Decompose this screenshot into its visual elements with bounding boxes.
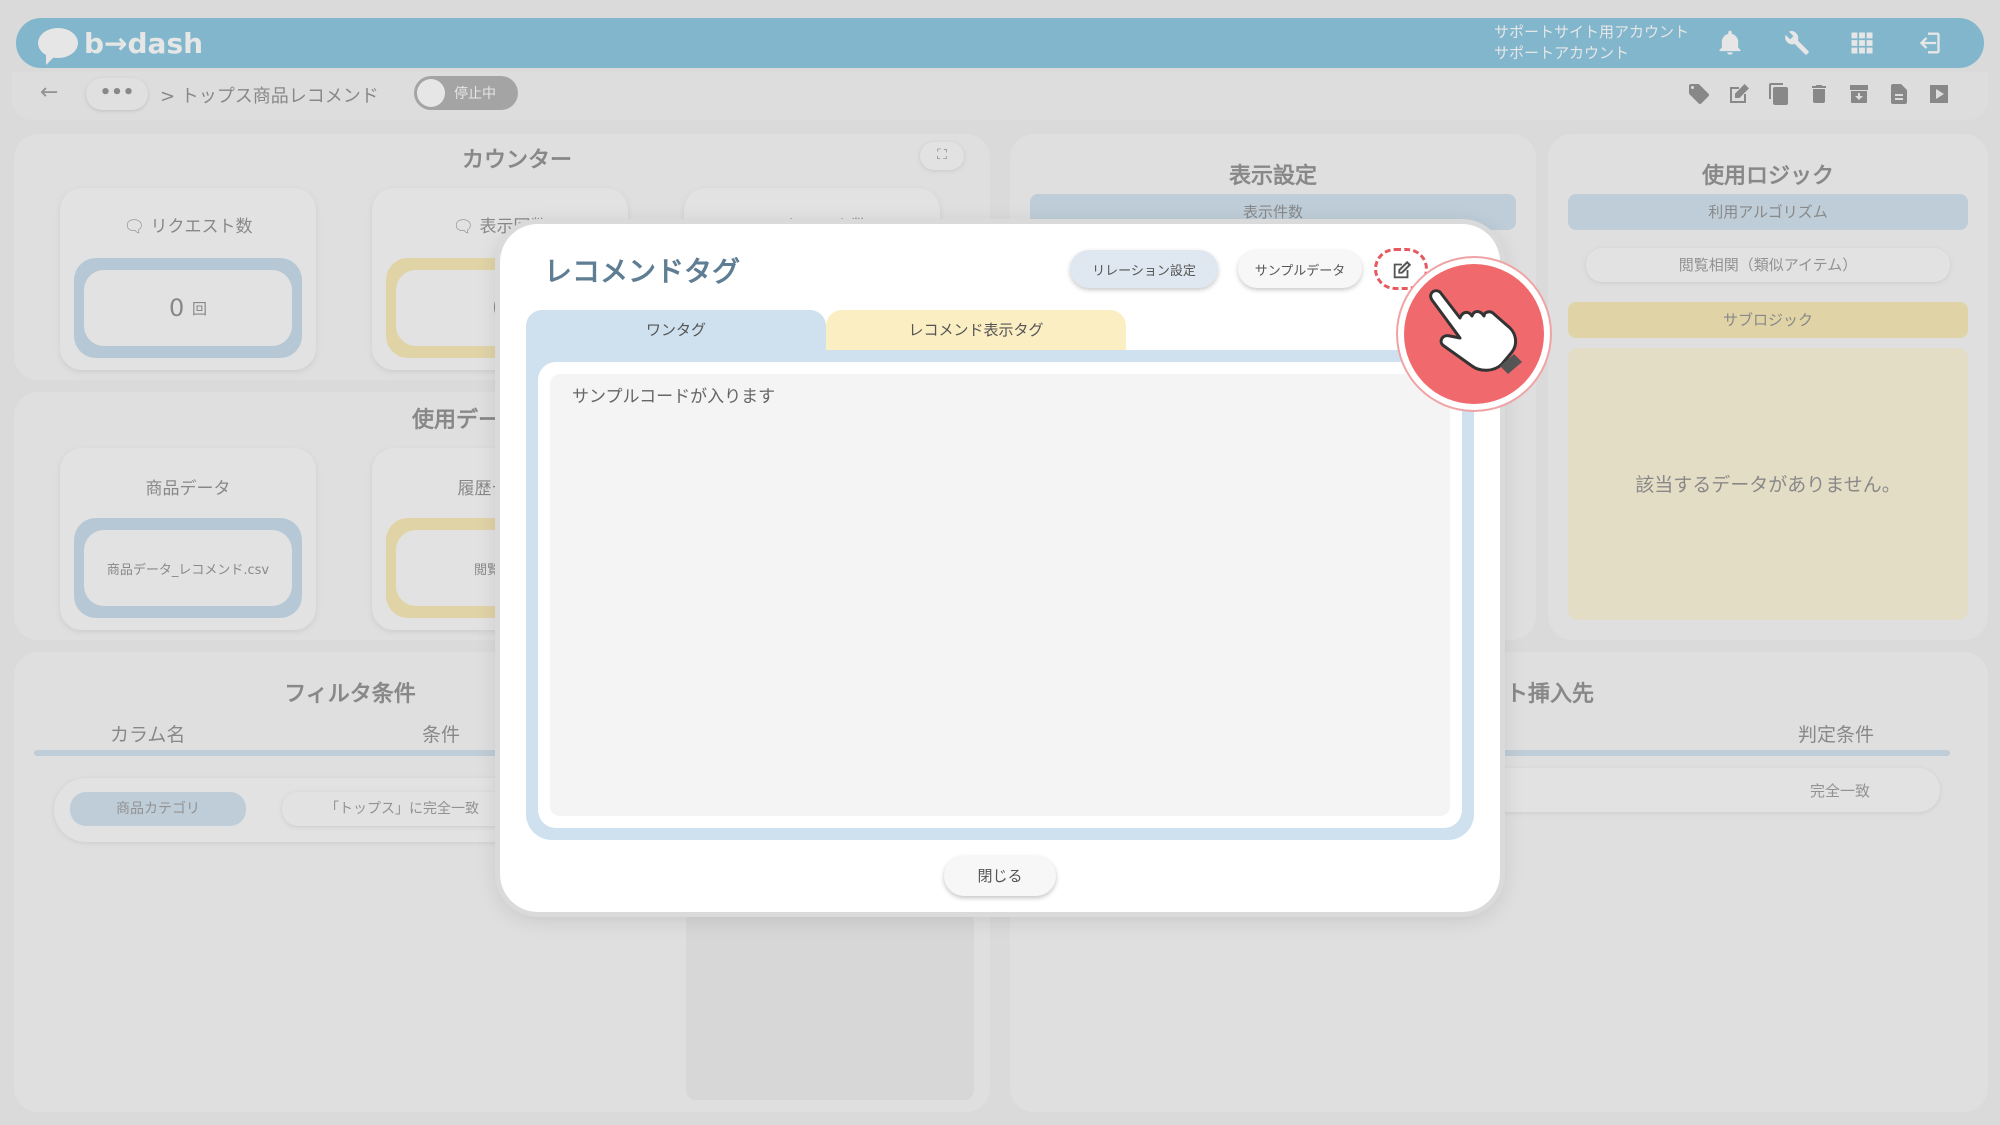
modal-title: レコメンドタグ [534, 250, 757, 296]
tab-one-tag[interactable]: ワンタグ [526, 310, 826, 350]
sample-data-button[interactable]: サンプルデータ [1238, 250, 1362, 288]
relation-settings-button[interactable]: リレーション設定 [1070, 250, 1218, 288]
tab-recommend-display-tag[interactable]: レコメンド表示タグ [826, 310, 1126, 350]
pointer-hand-icon [1404, 264, 1544, 404]
modal-title-text: レコメンドタグ [544, 255, 741, 288]
recommend-tag-modal: レコメンドタグ リレーション設定 サンプルデータ ワンタグ レコメンド表示タグ … [500, 224, 1500, 912]
code-container: サンプルコードが入ります [538, 362, 1462, 828]
sample-code-area[interactable]: サンプルコードが入ります [550, 374, 1450, 816]
code-frame: サンプルコードが入ります [526, 350, 1474, 840]
close-button[interactable]: 閉じる [944, 856, 1056, 896]
